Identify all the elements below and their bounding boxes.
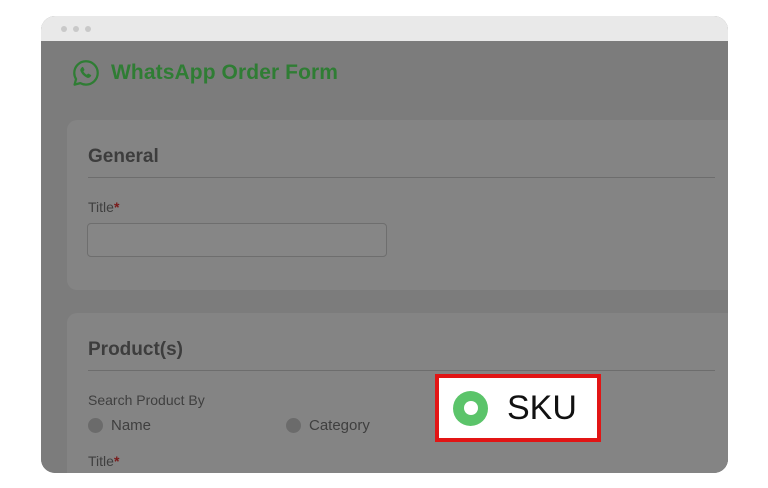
page-title: WhatsApp Order Form: [111, 61, 339, 84]
section-heading-general: General: [88, 146, 159, 167]
window-dot-icon[interactable]: [73, 26, 79, 32]
radio-button-icon[interactable]: [286, 418, 301, 433]
window-title-bar: [41, 16, 728, 41]
page-content: WhatsApp Order Form General Title* Produ…: [41, 41, 728, 473]
product-title-label-text: Title: [88, 453, 114, 469]
section-divider: [88, 370, 715, 371]
products-section: Product(s) Search Product By Name Catego…: [67, 313, 728, 473]
required-mark: *: [113, 453, 120, 469]
radio-button-icon[interactable]: [88, 418, 103, 433]
search-by-label: Search Product By: [88, 392, 205, 408]
app-header: WhatsApp Order Form: [71, 58, 338, 88]
sku-option-highlight[interactable]: SKU: [435, 374, 601, 442]
required-mark: *: [113, 199, 120, 215]
window-dot-icon[interactable]: [61, 26, 67, 32]
title-label-text: Title: [88, 199, 114, 215]
app-window: WhatsApp Order Form General Title* Produ…: [41, 16, 728, 473]
whatsapp-icon: [73, 60, 99, 86]
general-section: General Title*: [67, 120, 728, 290]
radio-selected-icon[interactable]: [453, 390, 488, 426]
product-title-field-label: Title*: [88, 453, 119, 469]
radio-category[interactable]: Category: [286, 417, 370, 434]
radio-name[interactable]: Name: [88, 417, 151, 434]
title-field-label: Title*: [88, 199, 119, 215]
window-dot-icon[interactable]: [85, 26, 91, 32]
section-divider: [88, 177, 715, 178]
section-heading-products: Product(s): [88, 339, 183, 360]
radio-sku-label: SKU: [507, 389, 577, 427]
radio-selected-dot: [463, 401, 478, 415]
radio-category-label: Category: [309, 417, 370, 434]
radio-name-label: Name: [111, 417, 152, 434]
general-title-input[interactable]: [87, 223, 387, 257]
